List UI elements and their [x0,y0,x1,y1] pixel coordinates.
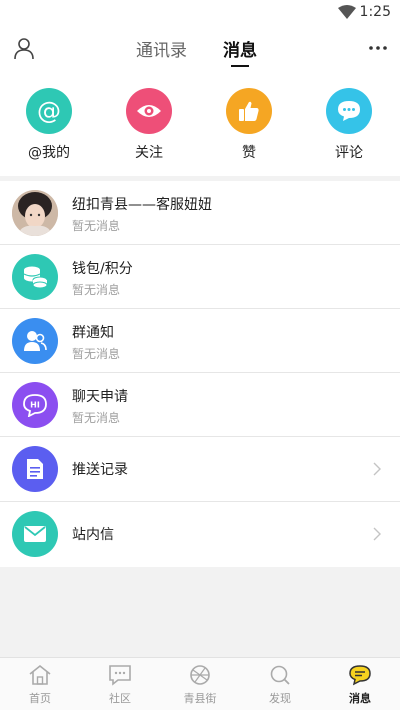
list-item-title: 推送记录 [72,462,128,478]
list-item-title: 站内信 [72,527,114,543]
list-item-subtitle: 暂无消息 [72,411,121,425]
tab-label: 消息 [349,692,371,705]
eye-icon [126,88,172,134]
document-icon [12,446,58,492]
list-item-inbox[interactable]: 站内信 [0,502,400,567]
list-item-title: 群通知 [72,325,114,341]
list-item-chat-request[interactable]: HI 聊天申请 暂无消息 [0,373,400,437]
street-icon [190,665,210,685]
tab-discover[interactable]: 发现 [240,664,320,706]
community-icon [109,665,131,686]
message-list: 纽扣青县——客服妞妞 暂无消息 钱包/积分 暂无消息 群通知 暂无消息 HI 聊… [0,181,400,567]
status-time: 1:25 [359,4,391,20]
list-item-subtitle: 暂无消息 [72,283,121,297]
tab-messages-nav[interactable]: 消息 [320,664,400,706]
top-navigation: 通讯录 消息 [0,26,400,72]
tab-messages[interactable]: 消息 [223,36,257,61]
quick-action-label: @我的 [28,145,70,161]
svg-text:HI: HI [30,401,40,410]
tab-community[interactable]: 社区 [80,664,160,706]
list-item-wallet[interactable]: 钱包/积分 暂无消息 [0,245,400,309]
chevron-right-icon [373,527,381,541]
tab-street[interactable]: 青县街 [160,664,240,706]
tab-label: 发现 [269,692,291,705]
quick-action-label: 评论 [335,145,363,161]
list-item-push-history[interactable]: 推送记录 [0,437,400,502]
bottom-tab-bar: 首页 社区 青县街 发现 消息 [0,657,400,710]
mail-icon [12,511,58,557]
quick-action-comments[interactable]: 评论 [309,88,389,162]
tab-label: 首页 [29,692,51,705]
group-icon [12,318,58,364]
list-item-title: 钱包/积分 [72,261,133,277]
quick-actions: @ @我的 关注 赞 评论 [0,72,400,176]
quick-action-mentions[interactable]: @ @我的 [9,88,89,162]
more-icon[interactable] [368,38,388,58]
list-item-subtitle: 暂无消息 [72,347,121,361]
tab-label: 社区 [109,692,131,705]
tab-contacts[interactable]: 通讯录 [136,36,187,61]
home-icon [29,664,51,685]
list-item-group-notice[interactable]: 群通知 暂无消息 [0,309,400,373]
quick-action-label: 赞 [242,145,256,161]
tab-label: 青县街 [183,692,217,705]
chat-hi-icon: HI [12,382,58,428]
discover-icon [270,665,290,685]
user-icon[interactable] [12,36,36,60]
message-icon [349,665,371,686]
status-bar: 1:25 [0,0,400,26]
coins-icon [12,254,58,300]
chevron-right-icon [373,462,381,476]
wifi-icon [338,5,356,19]
active-tab-indicator [231,65,249,67]
at-icon: @ [26,88,72,134]
thumbs-up-icon [226,88,272,134]
list-item-title: 聊天申请 [72,389,128,405]
quick-action-label: 关注 [135,145,163,161]
list-item-subtitle: 暂无消息 [72,219,121,233]
quick-action-follow[interactable]: 关注 [109,88,189,162]
list-item-title: 纽扣青县——客服妞妞 [72,197,212,213]
quick-action-likes[interactable]: 赞 [209,88,289,162]
avatar [12,190,58,236]
tab-home[interactable]: 首页 [0,664,80,706]
list-item-customer-service[interactable]: 纽扣青县——客服妞妞 暂无消息 [0,181,400,245]
comment-icon [326,88,372,134]
